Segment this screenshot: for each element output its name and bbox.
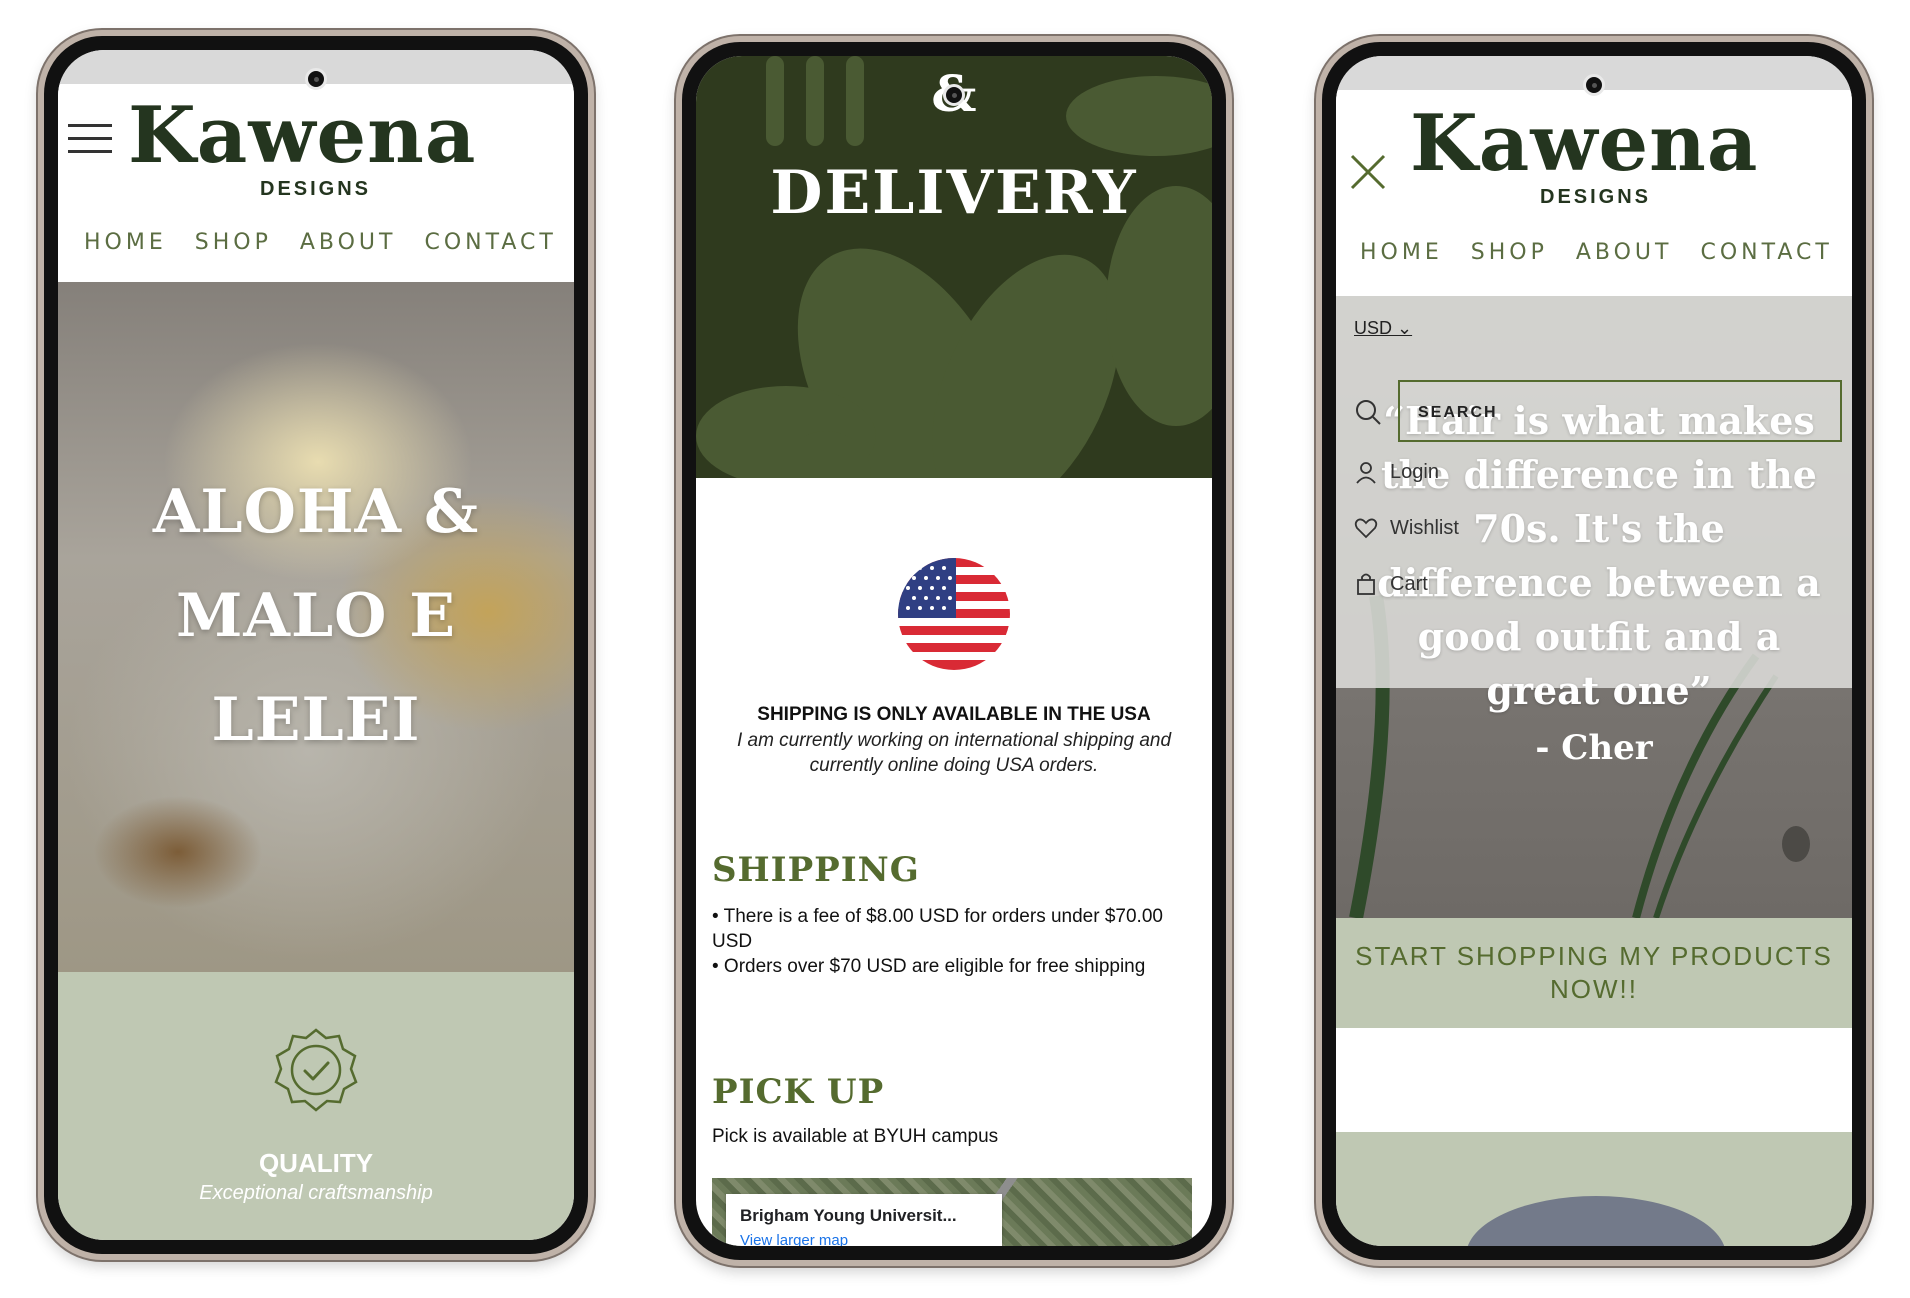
phone-mockup-home: Kawena DESIGNS HOME SHOP ABOUT CONTACT A… xyxy=(38,30,594,1260)
search-input[interactable]: SEARCH xyxy=(1398,380,1842,442)
front-camera xyxy=(1583,74,1605,96)
site-header: Kawena DESIGNS HOME SHOP ABOUT CONTACT xyxy=(58,84,574,282)
feature-title: QUALITY xyxy=(258,1148,374,1178)
logo-subtitle: DESIGNS xyxy=(1540,186,1652,208)
close-icon[interactable] xyxy=(1348,152,1388,192)
menu-item-wishlist[interactable]: Wishlist xyxy=(1354,516,1459,540)
shipping-notice-detail: I am currently working on international … xyxy=(736,730,1172,776)
shipping-heading: SHIPPING xyxy=(712,850,920,890)
list-item: • There is a fee of $8.00 USD for orders… xyxy=(712,906,1163,952)
phone-screen-delivery: & DELIVERY SHIPPING IS ONLY AVAILABLE IN… xyxy=(696,56,1212,1246)
nav-home[interactable]: HOME xyxy=(1360,240,1443,265)
map-place-name: Brigham Young Universit... xyxy=(740,1206,957,1225)
nav-shop[interactable]: SHOP xyxy=(1471,240,1548,265)
pickup-text: Pick is available at BYUH campus xyxy=(712,1126,999,1147)
start-shopping-button[interactable]: START SHOPPING MY PRODUCTS NOW!! xyxy=(1336,918,1852,1028)
pickup-heading: PICK UP xyxy=(712,1072,885,1112)
shipping-list: • There is a fee of $8.00 USD for orders… xyxy=(712,904,1182,979)
phone-mockup-delivery: & DELIVERY SHIPPING IS ONLY AVAILABLE IN… xyxy=(676,36,1232,1266)
quote-text: “Hair is what makes the difference in th… xyxy=(1377,398,1821,713)
menu-item-login[interactable]: Login xyxy=(1354,460,1439,484)
currency-selector[interactable]: USD ⌄ xyxy=(1354,318,1412,339)
phone-screen-home: Kawena DESIGNS HOME SHOP ABOUT CONTACT A… xyxy=(58,50,574,1240)
delivery-banner: & DELIVERY xyxy=(696,56,1212,478)
nav-about[interactable]: ABOUT xyxy=(300,230,397,255)
user-icon xyxy=(1356,462,1376,484)
hero-line: MALO E xyxy=(175,581,457,651)
front-camera xyxy=(305,68,327,90)
feature-quality: QUALITY Exceptional craftsmanship xyxy=(58,972,574,1240)
hero-banner: ALOHA & MALO E LELEI xyxy=(58,282,574,972)
nav-shop[interactable]: SHOP xyxy=(195,230,272,255)
hero-line: ALOHA & xyxy=(152,477,480,547)
quote-hero: “Hair is what makes the difference in th… xyxy=(1336,296,1852,918)
shopping-bag-icon xyxy=(1357,573,1375,595)
menu-item-label: Cart xyxy=(1390,572,1428,595)
map-info-card: Brigham Young Universit... View larger m… xyxy=(726,1194,1002,1246)
hero-line: LELEI xyxy=(211,685,421,755)
badge-check-icon xyxy=(274,1028,358,1112)
front-camera xyxy=(943,84,965,106)
nav-home[interactable]: HOME xyxy=(84,230,167,255)
shipping-notice: SHIPPING IS ONLY AVAILABLE IN THE USA xyxy=(757,704,1151,725)
nav-contact[interactable]: CONTACT xyxy=(424,230,556,255)
main-nav: HOME SHOP ABOUT CONTACT xyxy=(1360,240,1833,265)
search-icon[interactable] xyxy=(1354,398,1382,426)
hamburger-menu-icon[interactable] xyxy=(68,124,112,154)
footer-band xyxy=(1336,1132,1852,1246)
hero-title: ALOHA & MALO E LELEI xyxy=(58,460,574,772)
decorative-circle xyxy=(1466,1196,1726,1246)
usa-flag-icon xyxy=(898,558,1010,670)
menu-item-label: Login xyxy=(1390,460,1439,483)
view-larger-map-link[interactable]: View larger map xyxy=(740,1232,848,1246)
menu-item-cart[interactable]: Cart xyxy=(1354,572,1428,596)
quote-author: - Cher xyxy=(1535,728,1653,768)
logo-wordmark[interactable]: Kawena xyxy=(1410,98,1758,189)
main-nav: HOME SHOP ABOUT CONTACT xyxy=(84,230,557,255)
nav-about[interactable]: ABOUT xyxy=(1576,240,1673,265)
nav-contact[interactable]: CONTACT xyxy=(1700,240,1832,265)
menu-item-label: Wishlist xyxy=(1390,516,1459,539)
phone-mockup-menu: Kawena DESIGNS HOME SHOP ABOUT CONTACT “… xyxy=(1316,36,1872,1266)
feature-subtitle: Exceptional craftsmanship xyxy=(199,1182,433,1204)
logo-wordmark[interactable]: Kawena xyxy=(128,90,476,181)
list-item: • Orders over $70 USD are eligible for f… xyxy=(712,956,1146,977)
phone-screen-menu: Kawena DESIGNS HOME SHOP ABOUT CONTACT “… xyxy=(1336,56,1852,1246)
page-title: DELIVERY xyxy=(770,158,1138,228)
embedded-map[interactable]: Brigham Young Universit... View larger m… xyxy=(712,1178,1192,1246)
heart-icon xyxy=(1354,518,1378,539)
site-header: Kawena DESIGNS HOME SHOP ABOUT CONTACT xyxy=(1336,90,1852,296)
logo-subtitle: DESIGNS xyxy=(260,178,372,200)
search-placeholder: SEARCH xyxy=(1418,404,1498,421)
